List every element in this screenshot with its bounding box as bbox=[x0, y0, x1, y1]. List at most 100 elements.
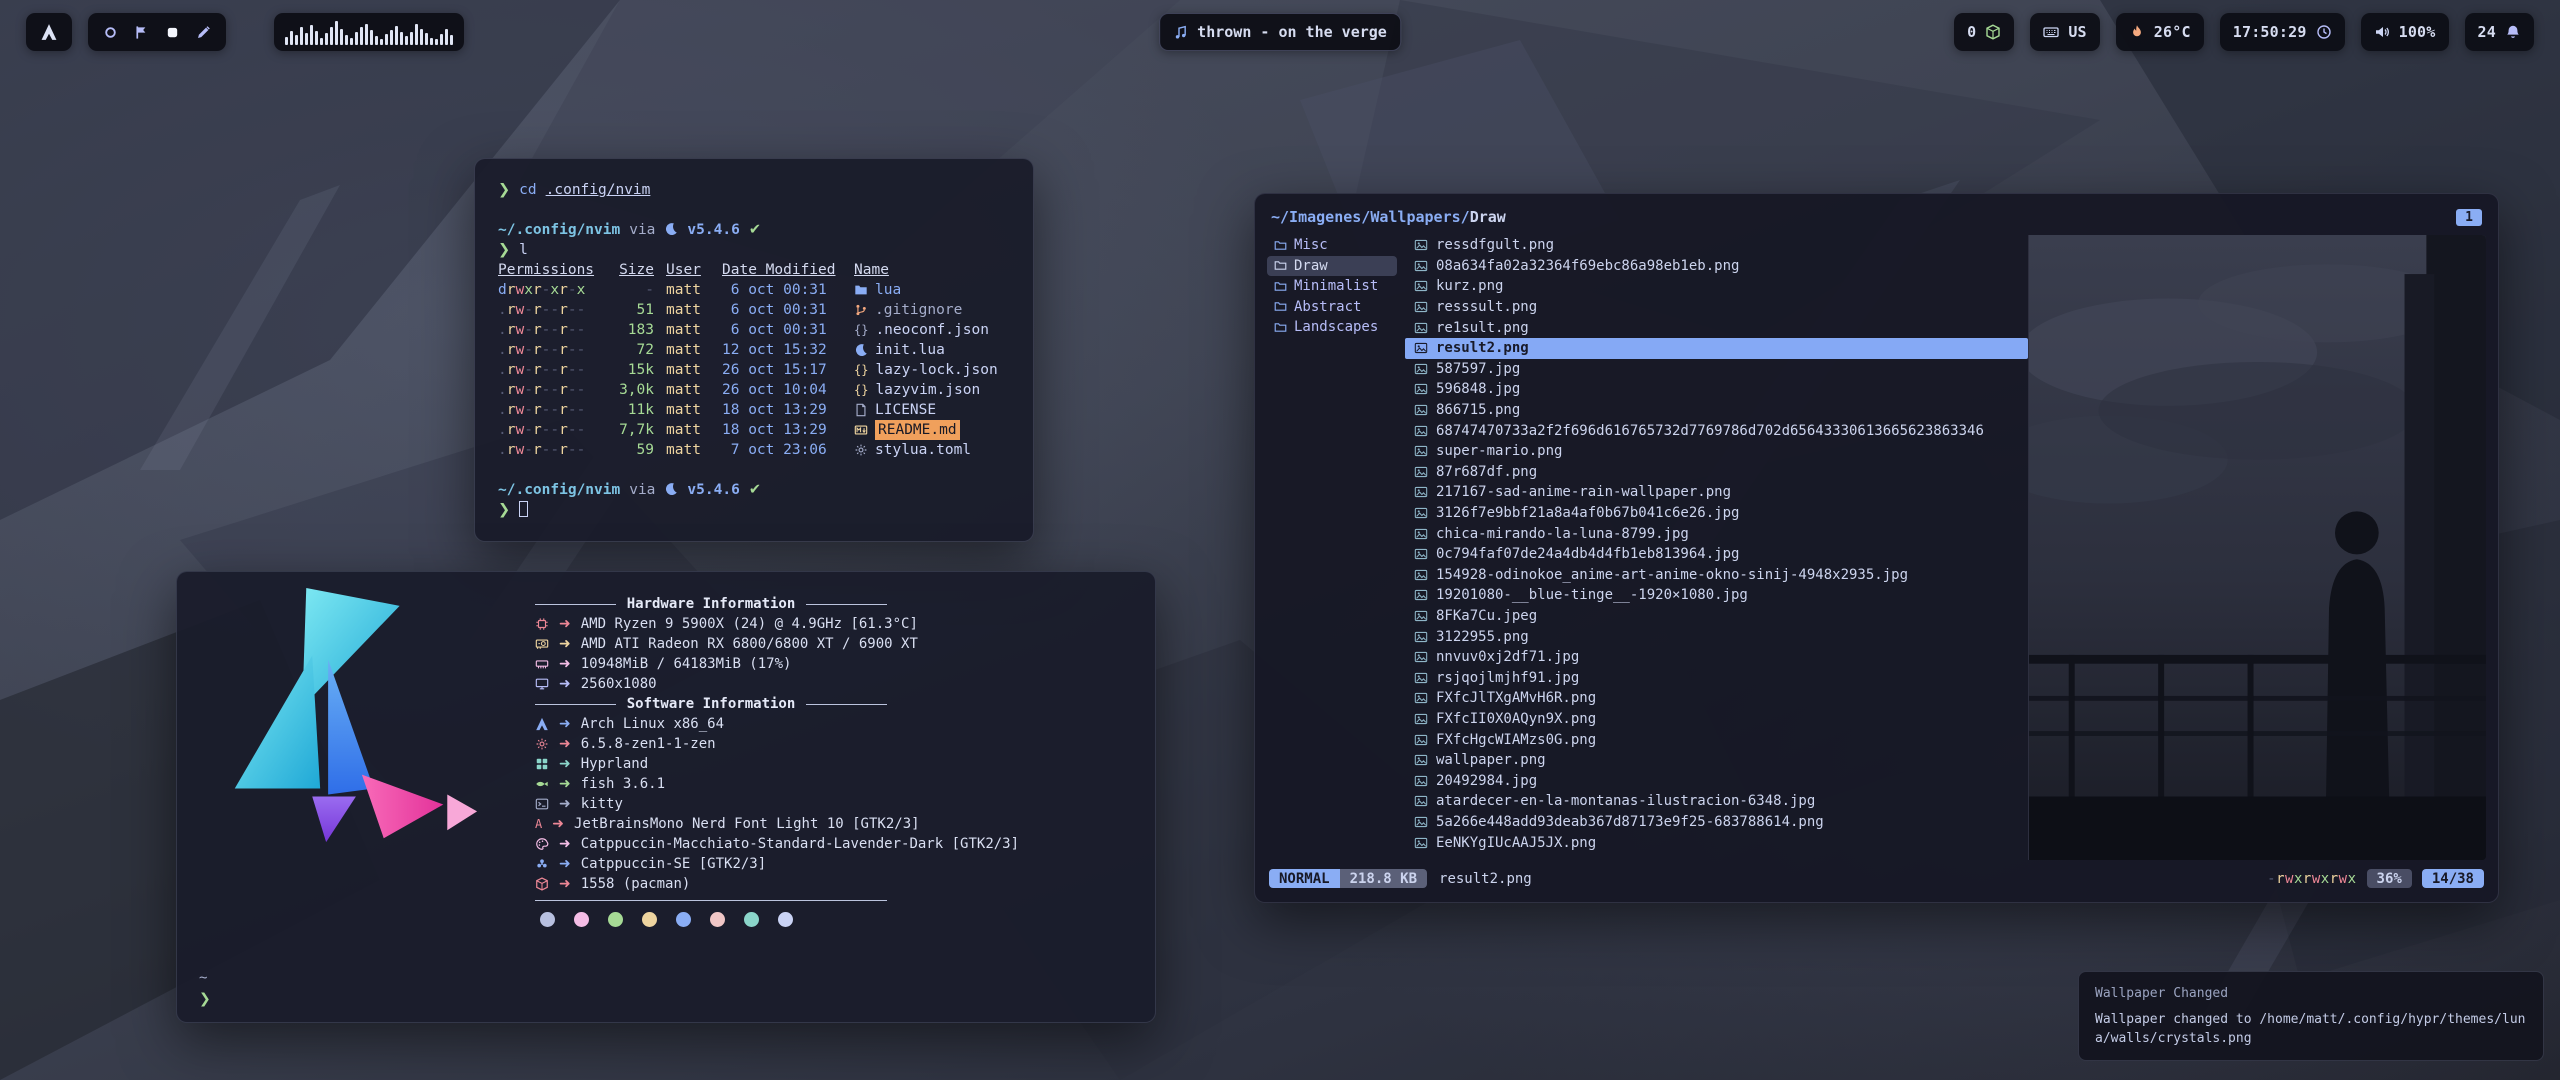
success-check-icon: ✔ bbox=[749, 482, 761, 498]
file-row[interactable]: chica-mirando-la-luna-8799.jpg bbox=[1405, 523, 2028, 544]
file-name: rsjqojlmjhf91.jpg bbox=[1436, 670, 1579, 686]
notifications-widget[interactable]: 24 bbox=[2465, 13, 2534, 51]
workspace-button[interactable] bbox=[165, 25, 180, 40]
workspace-button[interactable] bbox=[196, 25, 211, 40]
volume-value: 100% bbox=[2399, 23, 2436, 41]
workspace-button[interactable] bbox=[134, 25, 149, 40]
workspace-button[interactable] bbox=[103, 25, 118, 40]
file-row[interactable]: 19201080-__blue-tinge__-1920×1080.jpg bbox=[1405, 585, 2028, 606]
fm-status-right: -rwxrwxrwx 36% 14/38 bbox=[2267, 869, 2484, 888]
file-name: FXfcJlTXgAMvH6R.png bbox=[1436, 690, 1596, 706]
notification-popup[interactable]: Wallpaper Changed Wallpaper changed to /… bbox=[2078, 971, 2544, 1061]
clock-widget[interactable]: 17:50:29 bbox=[2220, 13, 2345, 51]
fetch-info-line: ➜AMD Ryzen 9 5900X (24) @ 4.9GHz [61.3°C… bbox=[535, 614, 1139, 634]
volume-widget[interactable]: 100% bbox=[2361, 13, 2449, 51]
file-row[interactable]: 5a266e448add93deab367d87173e9f25-6837886… bbox=[1405, 812, 2028, 833]
visualizer-bar bbox=[305, 33, 308, 45]
file-row[interactable]: FXfcJlTXgAMvH6R.png bbox=[1405, 688, 2028, 709]
file-row[interactable]: 866715.png bbox=[1405, 400, 2028, 421]
visualizer-bar bbox=[365, 24, 368, 45]
arrow-icon: ➜ bbox=[559, 654, 571, 674]
image-icon bbox=[1414, 794, 1428, 808]
file-row[interactable]: 587597.jpg bbox=[1405, 359, 2028, 380]
file-row[interactable]: super-mario.png bbox=[1405, 441, 2028, 462]
visualizer-bar bbox=[320, 38, 323, 45]
temperature-widget[interactable]: 26°C bbox=[2116, 13, 2204, 51]
file-row[interactable]: rsjqojlmjhf91.jpg bbox=[1405, 667, 2028, 688]
fetch-terminal-window[interactable]: Hardware Information ➜AMD Ryzen 9 5900X … bbox=[176, 571, 1156, 1023]
fetch-prompt[interactable]: ~ ❯ bbox=[199, 968, 211, 1010]
visualizer-bar bbox=[330, 27, 333, 45]
prompt-context-line: ~/.config/nvimviav5.4.6✔ bbox=[498, 220, 1010, 240]
folder-name: Draw bbox=[1294, 258, 1328, 274]
file-row[interactable]: kurz.png bbox=[1405, 276, 2028, 297]
notification-title: Wallpaper Changed bbox=[2095, 984, 2527, 1003]
file-owner: matt bbox=[666, 300, 710, 320]
file-row[interactable]: 20492984.jpg bbox=[1405, 770, 2028, 791]
preview-image bbox=[2029, 235, 2486, 860]
terminal-window[interactable]: ❯cd.config/nvim ~/.config/nvimviav5.4.6✔… bbox=[474, 158, 1034, 542]
file-name: 20492984.jpg bbox=[1436, 773, 1537, 789]
file-manager-window[interactable]: ~/Imagenes/Wallpapers/Draw 1 Misc Draw Min… bbox=[1254, 193, 2499, 903]
file-row[interactable]: wallpaper.png bbox=[1405, 750, 2028, 771]
file-row[interactable]: FXfcHgcWIAMzs0G.png bbox=[1405, 729, 2028, 750]
fm-header: ~/Imagenes/Wallpapers/Draw 1 bbox=[1267, 204, 2486, 230]
file-row[interactable]: 217167-sad-anime-rain-wallpaper.png bbox=[1405, 482, 2028, 503]
file-row[interactable]: 87r687df.png bbox=[1405, 462, 2028, 483]
file-name: lazyvim.json bbox=[875, 380, 980, 400]
launcher-button[interactable] bbox=[26, 13, 72, 51]
file-row[interactable]: 3122955.png bbox=[1405, 626, 2028, 647]
file-name: EeNKYgIUcAAJ5JX.png bbox=[1436, 835, 1596, 851]
visualizer-bar bbox=[375, 36, 378, 45]
fetch-info-line: ➜2560x1080 bbox=[535, 674, 1139, 694]
file-row[interactable]: FXfcII0X0AQyn9X.png bbox=[1405, 709, 2028, 730]
file-row[interactable]: 3126f7e9bbf21a8a4af0b67b041c6e26.jpg bbox=[1405, 503, 2028, 524]
visualizer-bar bbox=[350, 38, 353, 45]
image-icon bbox=[1414, 630, 1428, 644]
folder-row[interactable]: Misc bbox=[1267, 235, 1397, 256]
updates-widget[interactable]: 0 bbox=[1954, 13, 2014, 51]
file-name: FXfcHgcWIAMzs0G.png bbox=[1436, 732, 1596, 748]
file-row[interactable]: 08a634fa02a32364f69ebc86a98eb1eb.png bbox=[1405, 256, 2028, 277]
command-line: ❯cd.config/nvim bbox=[498, 180, 1010, 200]
tab-badge[interactable]: 1 bbox=[2456, 209, 2482, 226]
folder-row[interactable]: Landscapes bbox=[1267, 317, 1397, 338]
visualizer-bar bbox=[430, 38, 433, 45]
shell-icon bbox=[535, 777, 549, 791]
image-icon bbox=[1414, 691, 1428, 705]
folder-row[interactable]: Abstract bbox=[1267, 297, 1397, 318]
image-icon bbox=[1414, 588, 1428, 602]
file-row[interactable]: ressdfgult.png bbox=[1405, 235, 2028, 256]
file-row[interactable]: result2.png bbox=[1405, 338, 2028, 359]
media-widget[interactable]: thrown - on the verge bbox=[1159, 13, 1401, 51]
file-row[interactable]: atardecer-en-la-montanas-ilustracion-634… bbox=[1405, 791, 2028, 812]
file-row[interactable]: 596848.jpg bbox=[1405, 379, 2028, 400]
display-icon bbox=[535, 677, 549, 691]
command-text: l bbox=[519, 242, 528, 258]
file-permissions: -rwxrwxrwx bbox=[2267, 871, 2356, 887]
file-row[interactable]: 154928-odinokoe_anime-art-anime-okno-sin… bbox=[1405, 565, 2028, 586]
file-row[interactable]: nnvuv0xj2df71.jpg bbox=[1405, 647, 2028, 668]
file-row[interactable]: 68747470733a2f2f696d616765732d7769786d70… bbox=[1405, 420, 2028, 441]
file-row[interactable]: resssult.png bbox=[1405, 297, 2028, 318]
mode-badge: NORMAL bbox=[1269, 869, 1340, 888]
file-row[interactable]: 8FKa7Cu.jpeg bbox=[1405, 606, 2028, 627]
prompt-line[interactable]: ❯ bbox=[498, 500, 1010, 520]
file-permissions: .rw-r--r-- bbox=[498, 440, 598, 460]
file-date: 6 oct 00:31 bbox=[722, 300, 842, 320]
folder-row[interactable]: Minimalist bbox=[1267, 276, 1397, 297]
file-date: 7 oct 23:06 bbox=[722, 440, 842, 460]
folder-row[interactable]: Draw bbox=[1267, 256, 1397, 277]
file-row[interactable]: 0c794faf07de24a4db4d4fb1eb813964.jpg bbox=[1405, 544, 2028, 565]
image-icon bbox=[1414, 506, 1428, 520]
keyboard-layout-widget[interactable]: US bbox=[2030, 13, 2099, 51]
image-icon bbox=[1414, 609, 1428, 623]
fetch-info-value: kitty bbox=[581, 794, 623, 814]
software-info-lines: ➜Arch Linux x86_64➜6.5.8-zen1-1-zen➜Hypr… bbox=[535, 714, 1139, 894]
ls-row: .rw-r--r--7,7kmatt18 oct 13:29README.md bbox=[498, 420, 1010, 440]
license-icon bbox=[854, 403, 868, 417]
file-row[interactable]: re1sult.png bbox=[1405, 317, 2028, 338]
file-row[interactable]: EeNKYgIUcAAJ5JX.png bbox=[1405, 832, 2028, 853]
fetch-info-line: ➜AMD ATI Radeon RX 6800/6800 XT / 6900 X… bbox=[535, 634, 1139, 654]
file-permissions: drwxr-xr-x bbox=[498, 280, 598, 300]
